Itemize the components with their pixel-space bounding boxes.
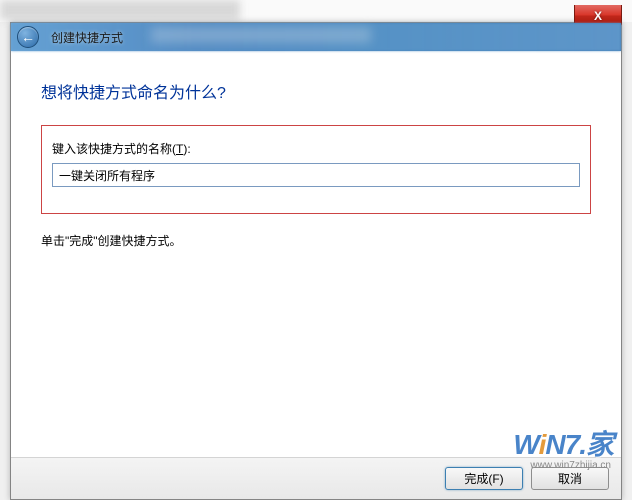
window-title: 创建快捷方式 bbox=[51, 29, 123, 46]
cancel-button[interactable]: 取消 bbox=[531, 467, 609, 490]
instruction-text: 单击"完成"创建快捷方式。 bbox=[41, 232, 591, 249]
titlebar: ← 创建快捷方式 bbox=[11, 23, 621, 51]
dialog-footer: 完成(F) 取消 bbox=[11, 457, 621, 499]
dialog-window: X ← 创建快捷方式 想将快捷方式命名为什么? 键入该快捷方式的名称(T): 单… bbox=[10, 22, 622, 500]
close-icon: X bbox=[594, 9, 602, 23]
back-button[interactable]: ← bbox=[17, 26, 39, 48]
back-arrow-icon: ← bbox=[21, 29, 35, 45]
highlight-region: 键入该快捷方式的名称(T): bbox=[41, 125, 591, 214]
page-heading: 想将快捷方式命名为什么? bbox=[41, 79, 591, 103]
content-area: 想将快捷方式命名为什么? 键入该快捷方式的名称(T): 单击"完成"创建快捷方式… bbox=[11, 51, 621, 457]
shortcut-name-input[interactable] bbox=[52, 163, 580, 187]
background-window-hint bbox=[0, 0, 632, 22]
finish-button[interactable]: 完成(F) bbox=[445, 467, 523, 490]
name-input-label: 键入该快捷方式的名称(T): bbox=[52, 140, 580, 157]
